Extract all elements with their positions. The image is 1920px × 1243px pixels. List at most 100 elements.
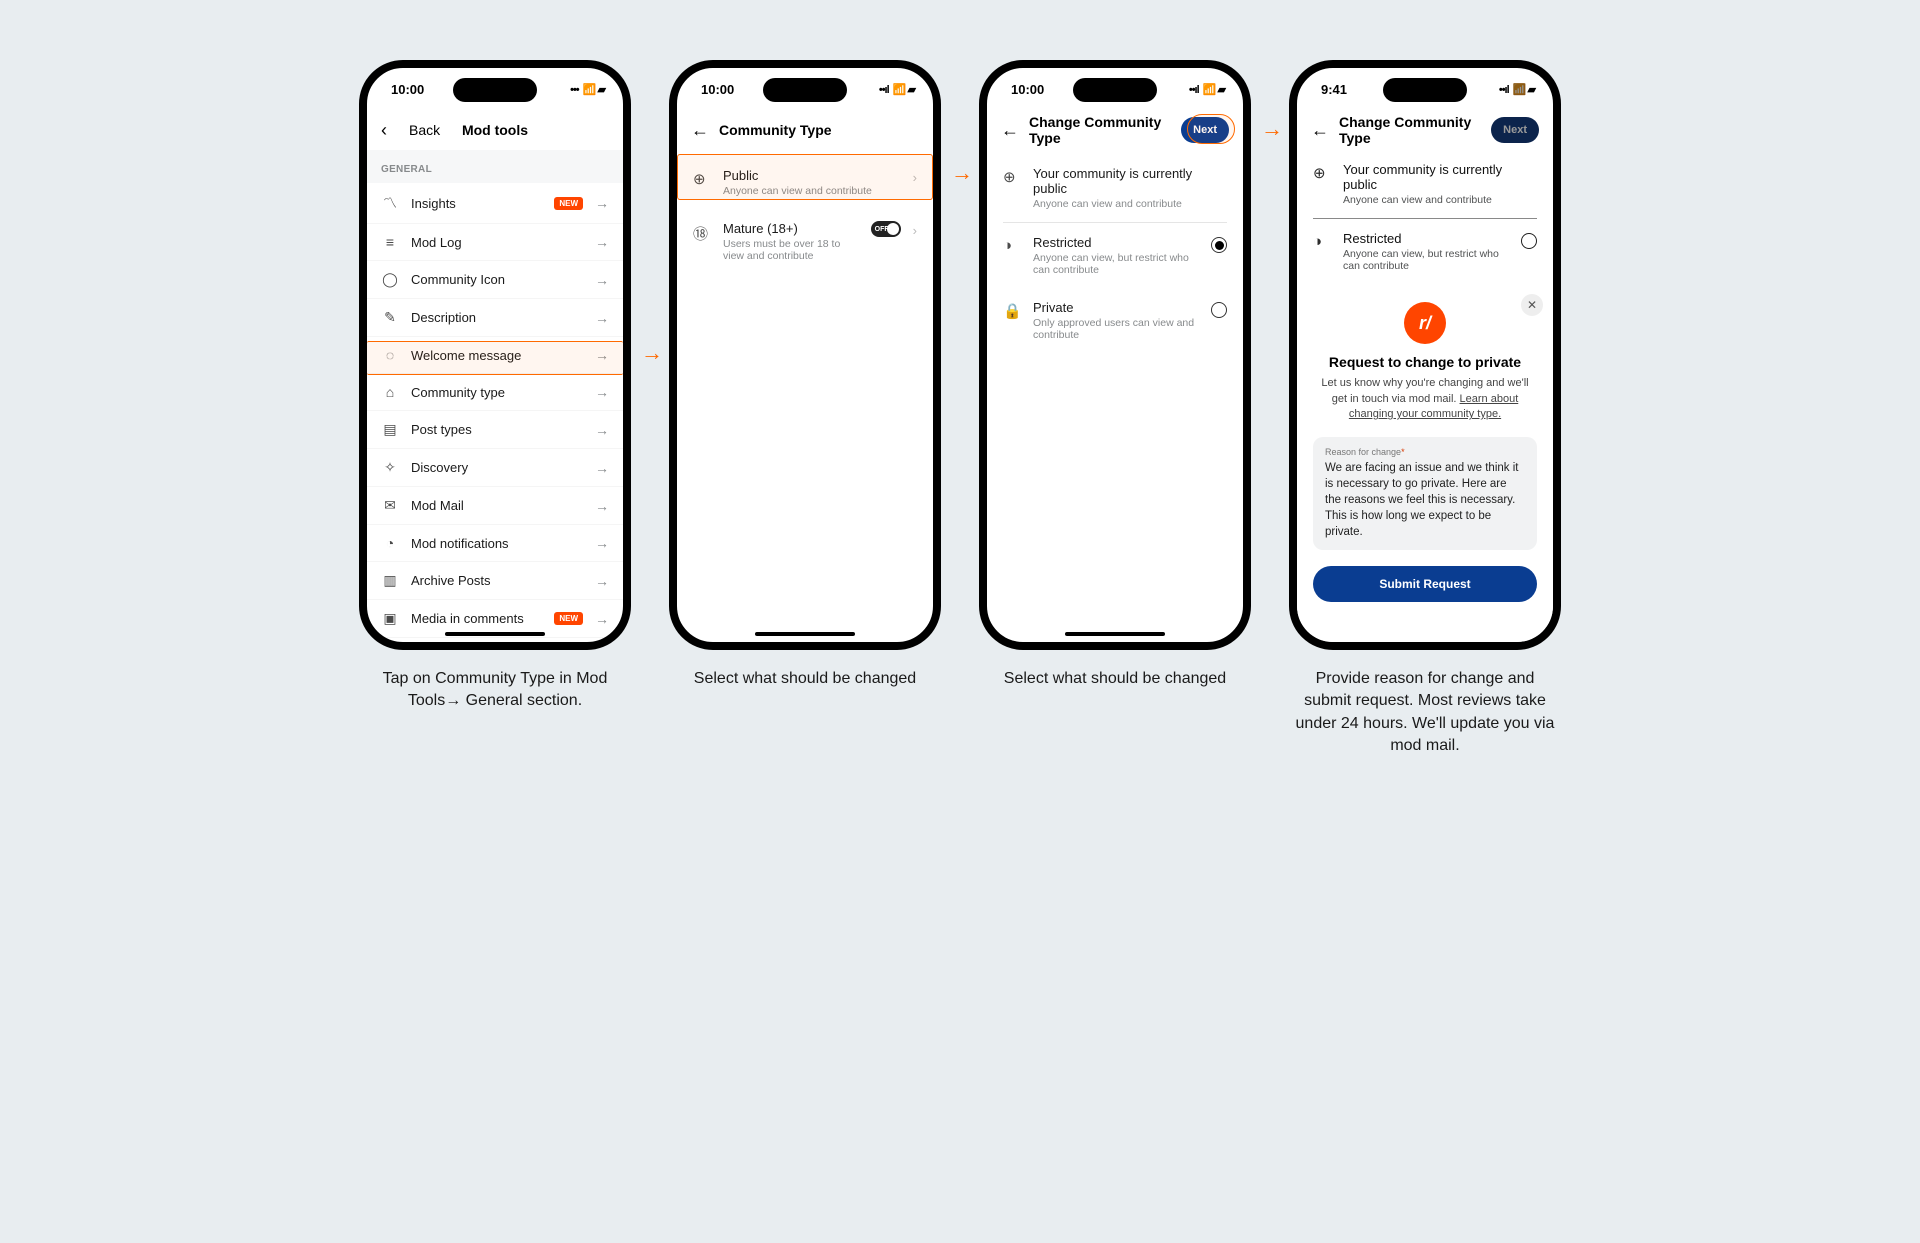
row-title: Restricted: [1343, 231, 1509, 246]
row-description[interactable]: ✎ Description →: [367, 299, 623, 337]
caption-1: Tap on Community Type in Mod Tools→ Gene…: [365, 668, 625, 713]
reason-textarea[interactable]: Reason for change* We are facing an issu…: [1313, 437, 1537, 550]
sheet-body: Let us know why you're changing and we'l…: [1313, 376, 1537, 422]
chevron-right-icon: →: [595, 422, 609, 438]
row-desc: Anyone can view and contribute: [1343, 194, 1537, 206]
arrow-right-icon: →: [951, 160, 973, 186]
reason-label: Reason for change: [1325, 447, 1401, 457]
status-icons: ••ıl 📶 ▰: [1499, 83, 1535, 96]
row-community-icon[interactable]: ◯ Community Icon →: [367, 261, 623, 299]
sheet-heading: Request to change to private: [1313, 354, 1537, 370]
row-current: ⊕ Your community is currently public Any…: [987, 154, 1243, 222]
row-title: Restricted: [1033, 235, 1199, 250]
row-label: Archive Posts: [411, 573, 583, 588]
globe-icon: ⊕: [1313, 164, 1331, 182]
row-desc: Anyone can view, but restrict who can co…: [1033, 252, 1199, 276]
row-desc: Anyone can view and contribute: [723, 185, 901, 197]
lock-icon: ⌂: [381, 384, 399, 400]
chevron-right-icon: →: [595, 460, 609, 476]
status-time: 10:00: [701, 82, 734, 97]
arrow-right-icon: →: [1261, 116, 1283, 142]
radio-private[interactable]: [1211, 302, 1227, 318]
notch: [763, 78, 847, 102]
row-restricted[interactable]: ◑ Restricted Anyone can view, but restri…: [987, 223, 1243, 288]
mail-icon: ✉: [381, 497, 399, 514]
status-icons: ••ıl 📶 ▰: [879, 83, 915, 96]
pencil-icon: ✎: [381, 309, 399, 326]
new-badge: NEW: [554, 612, 583, 625]
caption-3: Select what should be changed: [1004, 668, 1226, 690]
row-label: Discovery: [411, 460, 583, 475]
submit-request-button[interactable]: Submit Request: [1313, 566, 1537, 602]
row-current: ⊕ Your community is currently public Any…: [1297, 150, 1553, 218]
required-asterisk: *: [1401, 447, 1405, 457]
back-arrow-icon[interactable]: ←: [691, 121, 709, 139]
status-time: 10:00: [391, 82, 424, 97]
phone-change-type: 10:00 ••ıl 📶 ▰ ← Change Community Type N…: [979, 60, 1251, 650]
radio-restricted[interactable]: [1521, 233, 1537, 249]
mature-toggle[interactable]: OFF: [871, 221, 901, 237]
chat-icon: ◌: [381, 347, 399, 363]
eye-icon: ◑: [1003, 237, 1021, 254]
next-button[interactable]: Next: [1491, 117, 1539, 143]
chevron-right-icon: →: [595, 498, 609, 514]
notch: [1383, 78, 1467, 102]
row-mature[interactable]: ⑱ Mature (18+) Users must be over 18 to …: [677, 209, 933, 274]
row-discovery[interactable]: ✧ Discovery →: [367, 449, 623, 487]
row-modmail[interactable]: ✉ Mod Mail →: [367, 487, 623, 525]
status-time: 9:41: [1321, 82, 1347, 97]
chevron-right-icon: →: [595, 535, 609, 551]
home-indicator: [755, 632, 855, 636]
row-welcome[interactable]: ◌ Welcome message →: [367, 337, 623, 374]
nav-header: ‹ Back Mod tools: [367, 110, 623, 150]
row-label: Achievements: [411, 649, 542, 650]
page-title: Community Type: [719, 122, 832, 138]
chevron-right-icon: →: [595, 234, 609, 250]
row-desc: Anyone can view and contribute: [1033, 198, 1227, 210]
notch: [453, 78, 537, 102]
eighteen-icon: ⑱: [693, 223, 711, 244]
caption-2: Select what should be changed: [694, 668, 916, 690]
close-button[interactable]: ✕: [1521, 294, 1543, 316]
row-mod-notifications[interactable]: ◔ Mod notifications →: [367, 525, 623, 562]
chevron-right-icon: →: [595, 573, 609, 589]
toggle-label: OFF: [875, 226, 889, 233]
lock-icon: 🔒: [1003, 302, 1021, 320]
phone-community-type: 10:00 ••ıl 📶 ▰ ← Community Type ⊕ Public…: [669, 60, 941, 650]
status-icons: ••ıl 📶 ▰: [1189, 83, 1225, 96]
radio-restricted[interactable]: [1211, 237, 1227, 253]
page-title: Mod tools: [367, 122, 623, 138]
eye-icon: ◑: [1313, 233, 1331, 250]
notch: [1073, 78, 1157, 102]
back-arrow-icon[interactable]: ←: [1001, 121, 1019, 139]
row-post-types[interactable]: ▤ Post types →: [367, 411, 623, 449]
arrow-right-icon: →: [641, 340, 663, 366]
bottom-sheet: ✕ r/ Request to change to private Let us…: [1297, 284, 1553, 642]
row-label: Mod Mail: [411, 498, 583, 513]
row-public[interactable]: ⊕ Public Anyone can view and contribute …: [677, 156, 933, 209]
archive-icon: ▥: [381, 572, 399, 589]
row-label: Welcome message: [411, 348, 583, 363]
row-community-type[interactable]: ⌂ Community type →: [367, 374, 623, 411]
globe-icon: ⊕: [693, 170, 711, 188]
avatar-icon: ◯: [381, 271, 399, 288]
row-modlog[interactable]: ≡ Mod Log →: [367, 224, 623, 261]
reddit-logo-icon: r/: [1404, 302, 1446, 344]
row-title: Private: [1033, 300, 1199, 315]
caption-4: Provide reason for change and submit req…: [1295, 668, 1555, 758]
row-achievements[interactable]: ♔ Achievements NEW →: [367, 638, 623, 650]
phone-request-sheet: 9:41 ••ıl 📶 ▰ ← Change Community Type Ne…: [1289, 60, 1561, 650]
row-archive[interactable]: ▥ Archive Posts →: [367, 562, 623, 600]
row-insights[interactable]: 〽 Insights NEW →: [367, 183, 623, 224]
status-icons: ••• 📶 ▰: [570, 83, 605, 96]
next-button[interactable]: Next: [1181, 117, 1229, 143]
row-private[interactable]: 🔒 Private Only approved users can view a…: [987, 288, 1243, 353]
row-restricted[interactable]: ◑ Restricted Anyone can view, but restri…: [1297, 219, 1553, 284]
row-title: Your community is currently public: [1343, 162, 1537, 192]
page-title: Change Community Type: [1339, 114, 1481, 146]
doc-icon: ▤: [381, 421, 399, 438]
row-label: Mod Log: [411, 235, 583, 250]
back-arrow-icon[interactable]: ←: [1311, 121, 1329, 139]
section-header-general: GENERAL: [367, 150, 623, 183]
nav-header: ← Change Community Type Next: [1297, 110, 1553, 150]
